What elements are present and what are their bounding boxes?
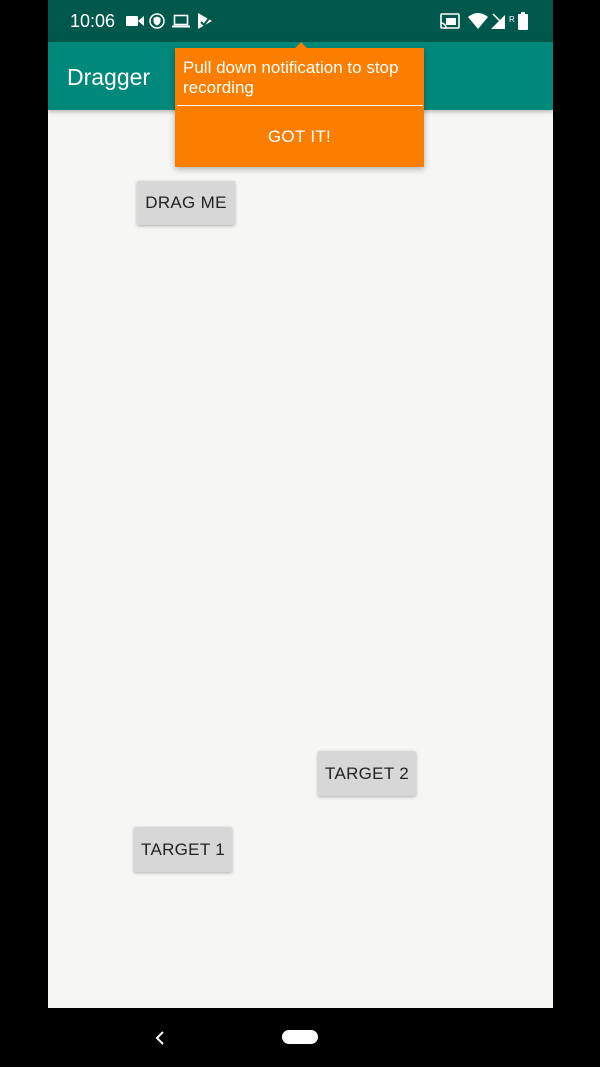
got-it-button[interactable]: GOT IT! (175, 106, 424, 167)
drag-me-button[interactable]: DRAG ME (137, 181, 235, 225)
play-store-icon (196, 12, 214, 30)
app-screen: 10:06 R Dragger DRAG ME TARGET 2 TARGET … (48, 0, 553, 1008)
target-2-button[interactable]: TARGET 2 (318, 751, 416, 796)
back-icon[interactable] (151, 1028, 169, 1048)
vpn-shield-icon (149, 12, 165, 30)
tooltip-message: Pull down notification to stop recording (183, 58, 399, 97)
status-bar: 10:06 R (48, 0, 553, 42)
video-camera-icon (126, 12, 144, 30)
target-1-button[interactable]: TARGET 1 (134, 827, 232, 872)
signal-badge: R (509, 14, 515, 24)
wifi-icon (468, 12, 488, 30)
tooltip-arrow (295, 42, 307, 48)
recording-tooltip: Pull down notification to stop recording… (175, 42, 424, 167)
status-time: 10:06 (70, 11, 116, 31)
cast-icon (440, 12, 460, 30)
battery-icon (518, 12, 528, 30)
app-title: Dragger (67, 64, 151, 90)
home-pill[interactable] (282, 1030, 318, 1044)
laptop-icon (172, 12, 190, 30)
signal-roaming-icon (491, 12, 509, 30)
